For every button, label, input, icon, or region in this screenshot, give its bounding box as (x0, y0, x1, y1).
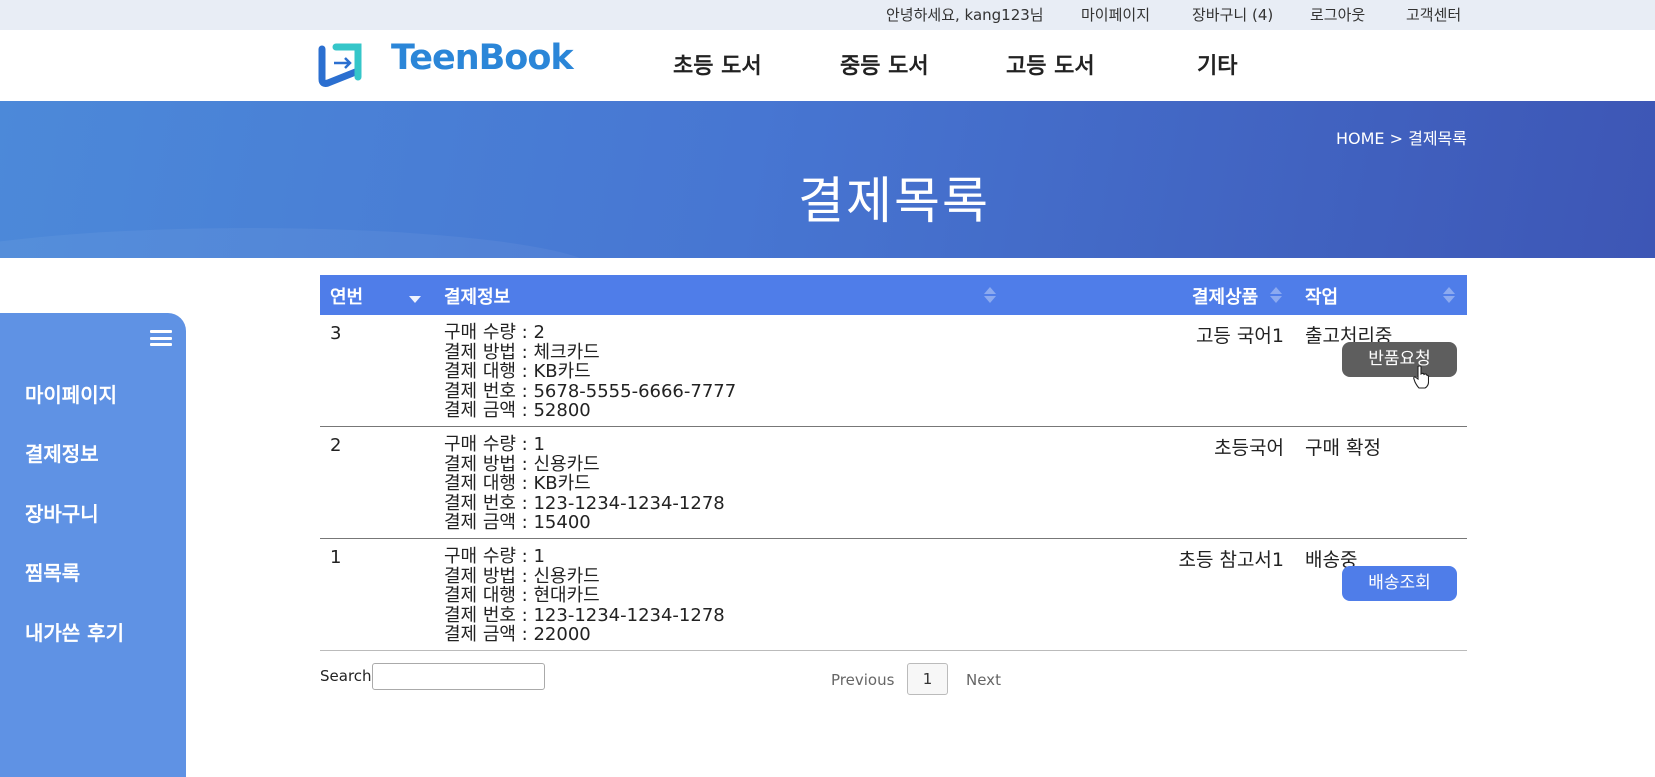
sort-asc-icon[interactable] (409, 287, 421, 305)
sidebar-item-my-reviews[interactable]: 내가쓴 후기 (25, 617, 124, 646)
purchase-quantity: 구매 수량 : 1 (444, 434, 545, 455)
payment-agent: 결제 대행 : 현대카드 (444, 585, 600, 606)
row-number: 2 (330, 435, 342, 456)
sidebar-item-cart[interactable]: 장바구니 (25, 498, 99, 527)
search-label: Search: (320, 667, 377, 685)
sort-icon[interactable] (1270, 287, 1282, 305)
payment-amount: 결제 금액 : 52800 (444, 400, 591, 421)
payment-agent: 결제 대행 : KB카드 (444, 361, 591, 382)
payment-info: 구매 수량 : 2 결제 방법 : 체크카드 결제 대행 : KB카드 결제 번… (444, 323, 736, 421)
sidebar-item-payment-info[interactable]: 결제정보 (25, 438, 99, 467)
site-header: TeenBook 초등 도서 중등 도서 고등 도서 기타 (0, 30, 1655, 101)
payment-number: 결제 번호 : 123-1234-1234-1278 (444, 604, 725, 626)
payment-agent: 결제 대행 : KB카드 (444, 473, 591, 494)
sort-icon[interactable] (1443, 287, 1455, 305)
product-name[interactable]: 고등 국어1 (1196, 321, 1284, 348)
payment-info: 구매 수량 : 1 결제 방법 : 신용카드 결제 대행 : 현대카드 결제 번… (444, 547, 725, 645)
search-input[interactable] (372, 663, 545, 690)
row-number: 1 (330, 547, 342, 568)
payment-info: 구매 수량 : 1 결제 방법 : 신용카드 결제 대행 : KB카드 결제 번… (444, 435, 725, 533)
pagination-page-1[interactable]: 1 (907, 663, 948, 695)
payment-method: 결제 방법 : 체크카드 (444, 341, 600, 363)
sort-icon[interactable] (984, 287, 996, 305)
nav-elementary[interactable]: 초등 도서 (673, 48, 762, 80)
header-payment-info[interactable]: 결제정보 (444, 283, 510, 309)
table-row: 2 구매 수량 : 1 결제 방법 : 신용카드 결제 대행 : KB카드 결제… (320, 427, 1467, 539)
payment-amount: 결제 금액 : 15400 (444, 512, 591, 533)
purchase-quantity: 구매 수량 : 2 (444, 322, 545, 343)
header-number[interactable]: 연번 (330, 283, 363, 309)
purchase-quantity: 구매 수량 : 1 (444, 546, 545, 567)
product-name[interactable]: 초등 참고서1 (1178, 545, 1284, 572)
teenbook-logo-icon[interactable] (318, 41, 366, 87)
payment-method: 결제 방법 : 신용카드 (444, 453, 600, 475)
payment-amount: 결제 금액 : 22000 (444, 624, 591, 645)
mypage-link[interactable]: 마이페이지 (1081, 4, 1150, 25)
table-row: 1 구매 수량 : 1 결제 방법 : 신용카드 결제 대행 : 현대카드 결제… (320, 539, 1467, 651)
sidebar-item-wishlist[interactable]: 찜목록 (25, 557, 80, 586)
header-product[interactable]: 결제상품 (1192, 283, 1258, 309)
sidebar-item-mypage[interactable]: 마이페이지 (25, 379, 117, 408)
order-status: 구매 확정 (1305, 437, 1381, 459)
support-link[interactable]: 고객센터 (1406, 4, 1461, 25)
page-banner: HOME > 결제목록 결제목록 (0, 101, 1655, 258)
payment-number: 결제 번호 : 5678-5555-6666-7777 (444, 380, 737, 402)
nav-high[interactable]: 고등 도서 (1006, 48, 1095, 80)
breadcrumb: HOME > 결제목록 (1336, 129, 1467, 148)
track-delivery-button[interactable]: 배송조회 (1342, 566, 1457, 601)
pagination-next[interactable]: Next (966, 671, 1001, 689)
payment-table: 연번 결제정보 결제상품 작업 3 구매 수량 : 2 결제 방법 : 체크카드… (320, 275, 1467, 651)
table-header: 연번 결제정보 결제상품 작업 (320, 275, 1467, 315)
header-action[interactable]: 작업 (1305, 283, 1338, 309)
row-number: 3 (330, 323, 342, 344)
product-name[interactable]: 초등국어 (1214, 433, 1284, 460)
logout-link[interactable]: 로그아웃 (1310, 4, 1365, 25)
nav-middle[interactable]: 중등 도서 (840, 48, 929, 80)
table-row: 3 구매 수량 : 2 결제 방법 : 체크카드 결제 대행 : KB카드 결제… (320, 315, 1467, 427)
cart-link[interactable]: 장바구니 (4) (1192, 4, 1273, 25)
top-utility-bar: 안녕하세요, kang123님 마이페이지 장바구니 (4) 로그아웃 고객센터 (0, 0, 1655, 30)
greeting-text: 안녕하세요, kang123님 (886, 6, 1044, 24)
hand-cursor-icon (1413, 365, 1429, 389)
hamburger-icon[interactable] (150, 330, 172, 346)
payment-method: 결제 방법 : 신용카드 (444, 565, 600, 587)
side-menu: 마이페이지 결제정보 장바구니 찜목록 내가쓴 후기 (0, 313, 186, 777)
return-request-button[interactable]: 반품요청 (1342, 342, 1457, 377)
page-title: 결제목록 (798, 172, 990, 230)
nav-etc[interactable]: 기타 (1197, 48, 1237, 80)
logo-text[interactable]: TeenBook (391, 38, 574, 78)
payment-number: 결제 번호 : 123-1234-1234-1278 (444, 492, 725, 514)
pagination-previous[interactable]: Previous (831, 671, 894, 689)
